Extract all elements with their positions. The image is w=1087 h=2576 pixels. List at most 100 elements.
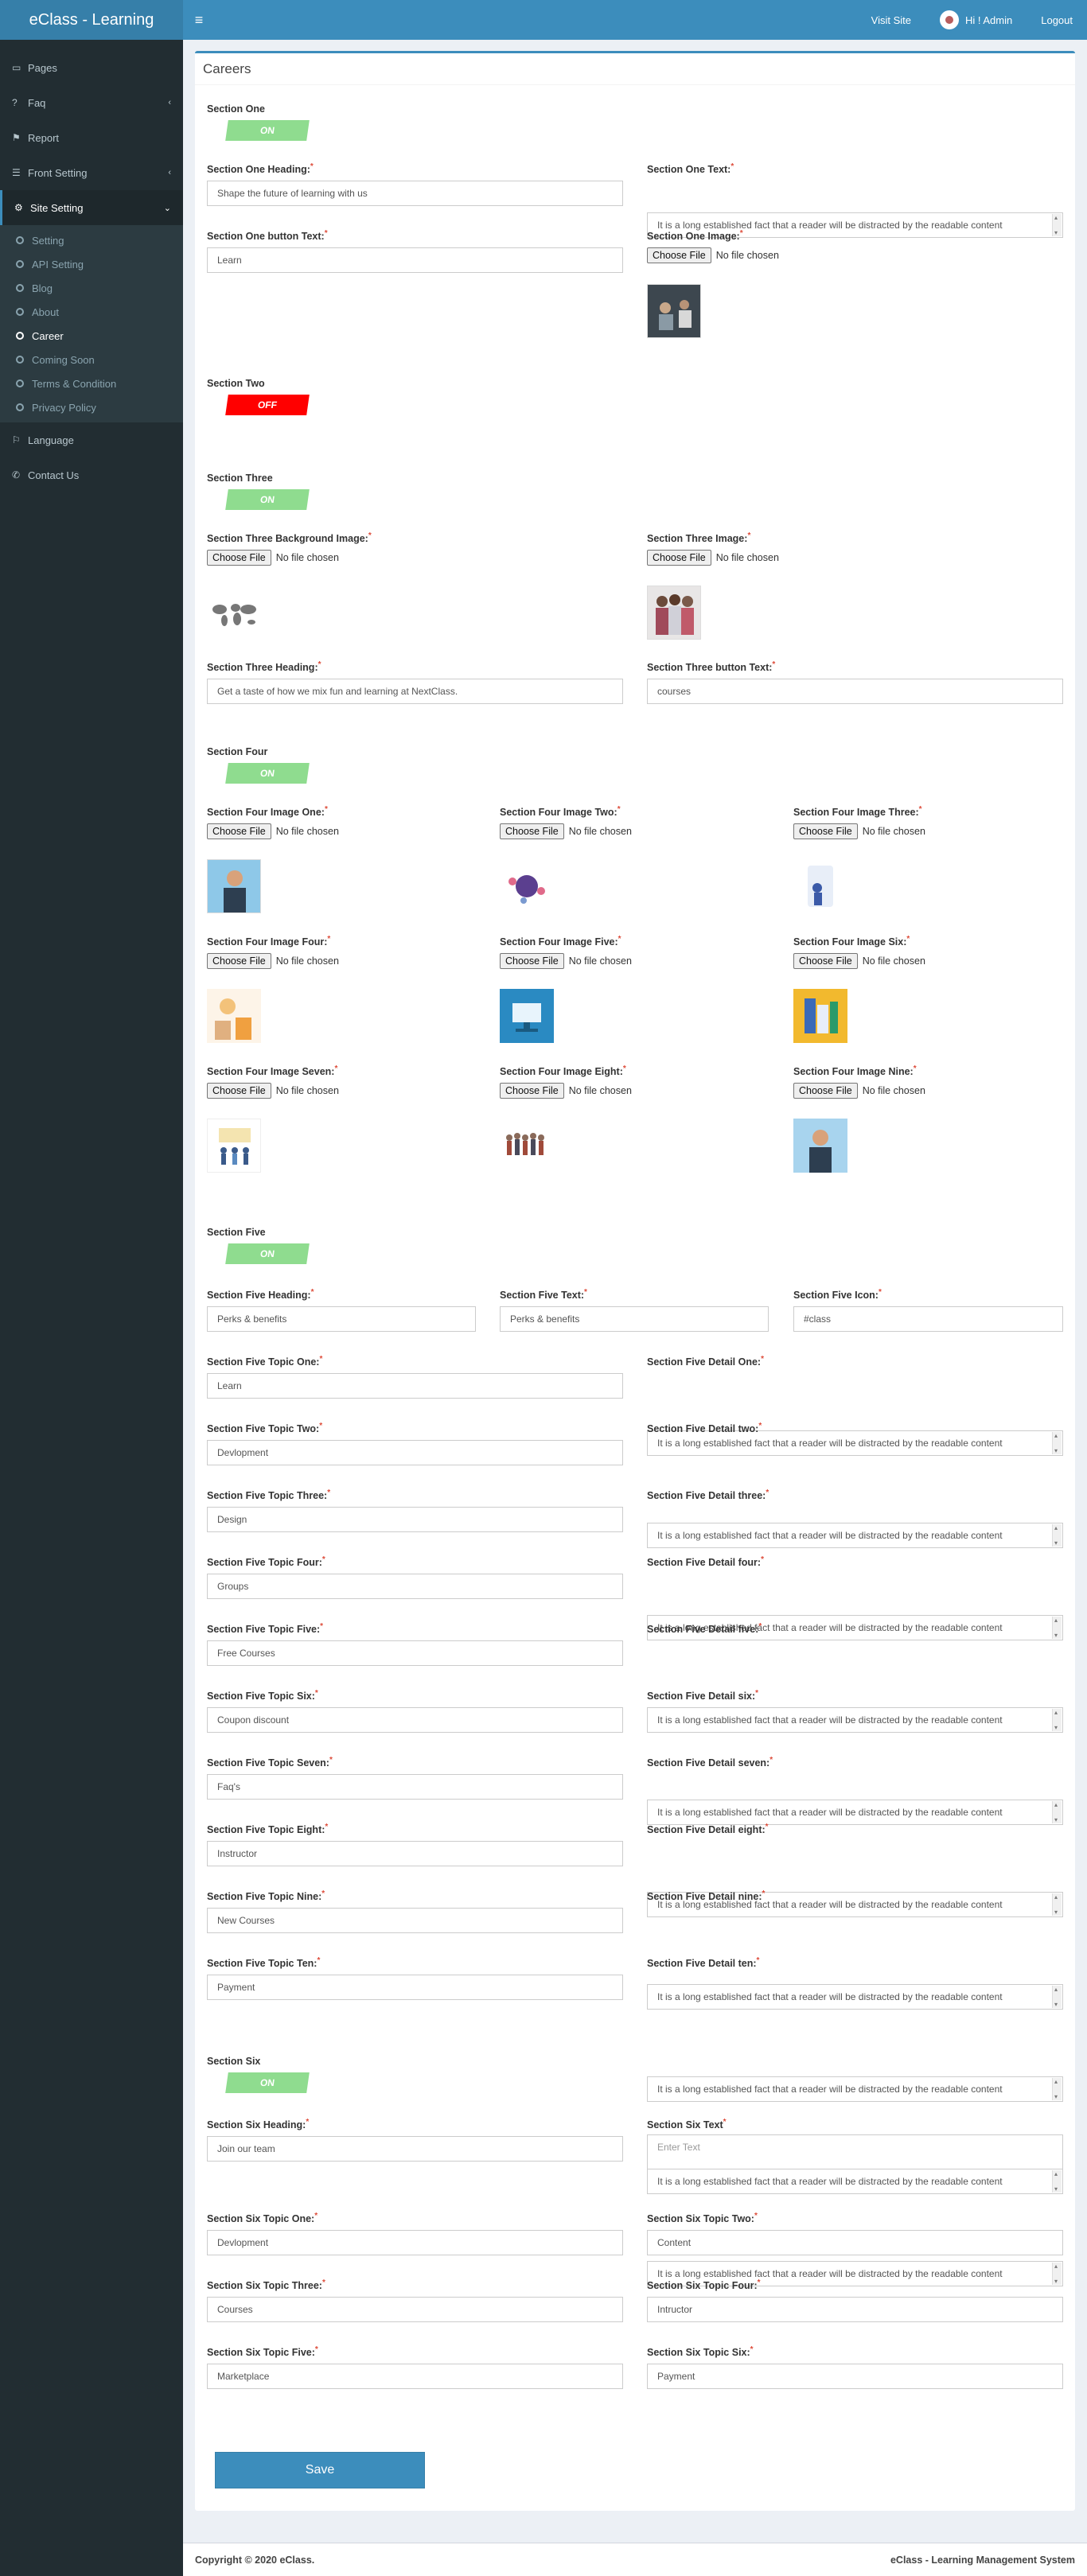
textarea-scrollbar[interactable] [1052,2263,1062,2285]
textarea-scrollbar[interactable] [1052,1432,1062,1454]
choose-file-button[interactable]: Choose File [793,953,858,969]
section-five-detail-label: Section Five Detail two:* [647,1422,762,1434]
section-three-image-file[interactable]: Choose File No file chosen [647,550,779,566]
section-five-toggle[interactable]: ON [225,1243,310,1264]
section-three-heading-input[interactable]: Get a taste of how we mix fun and learni… [207,679,623,704]
section-one-button-input[interactable]: Learn [207,247,623,273]
section-six-topic-input[interactable]: Devlopment [207,2230,623,2255]
section-five-topic-input[interactable]: Payment [207,1975,623,2000]
sidebar-item-contact-us[interactable]: ✆ Contact Us [0,457,183,492]
section-four-image-six-file[interactable]: Choose File No file chosen [793,953,925,969]
section-four-toggle[interactable]: ON [225,763,310,784]
section-six-heading-input[interactable]: Join our team [207,2136,623,2162]
hamburger-icon[interactable]: ≡ [183,0,215,40]
section-five-detail-textarea[interactable]: It is a long established fact that a rea… [647,2076,1063,2102]
section-three-bg-file[interactable]: Choose File No file chosen [207,550,339,566]
section-four-image-two-file[interactable]: Choose File No file chosen [500,823,632,839]
textarea-value: It is a long established fact that a rea… [657,2084,1003,2095]
choose-file-button[interactable]: Choose File [207,550,271,566]
submenu-item-about[interactable]: About [0,300,183,324]
sidebar-item-site-setting[interactable]: ⚙ Site Setting ⌄ [0,190,183,225]
section-five-topic-input[interactable]: Coupon discount [207,1707,623,1733]
choose-file-button[interactable]: Choose File [500,953,564,969]
section-five-detail-textarea[interactable]: It is a long established fact that a rea… [647,1800,1063,1825]
section-one-heading-input[interactable]: Shape the future of learning with us [207,181,623,206]
section-one-image-file[interactable]: Choose File No file chosen [647,247,779,263]
sidebar-item-pages[interactable]: ▭ Pages [0,50,183,85]
brand-logo[interactable]: eClass - Learning [0,0,183,40]
section-four-image-five-file[interactable]: Choose File No file chosen [500,953,632,969]
section-five-topic-input[interactable]: Groups [207,1574,623,1599]
section-two-toggle[interactable]: OFF [225,395,310,415]
submenu-item-career[interactable]: Career [0,324,183,348]
section-five-icon-input[interactable]: #class [793,1306,1063,1332]
section-five-detail-textarea[interactable]: It is a long established fact that a rea… [647,1984,1063,2010]
textarea-scrollbar[interactable] [1052,1617,1062,1639]
section-six-toggle[interactable]: ON [225,2072,310,2093]
section-four-image-three-file[interactable]: Choose File No file chosen [793,823,925,839]
section-five-topic-input[interactable]: New Courses [207,1908,623,1933]
section-five-heading-input[interactable]: Perks & benefits [207,1306,476,1332]
required-mark: * [761,1555,764,1564]
submenu-item-setting[interactable]: Setting [0,228,183,252]
section-three-toggle[interactable]: ON [225,489,310,510]
choose-file-button[interactable]: Choose File [207,823,271,839]
section-six-topic-input[interactable]: Payment [647,2364,1063,2389]
save-button[interactable]: Save [215,2452,425,2488]
section-one-toggle[interactable]: ON [225,120,310,141]
section-five-detail-textarea[interactable]: It is a long established fact that a rea… [647,2169,1063,2194]
section-six-topic-input[interactable]: Intructor [647,2297,1063,2322]
section-four-image-four-file[interactable]: Choose File No file chosen [207,953,339,969]
textarea-scrollbar[interactable] [1052,2078,1062,2100]
section-two-title: Section Two [207,378,265,389]
submenu-item-blog[interactable]: Blog [0,276,183,300]
visit-site-link[interactable]: Visit Site [857,0,925,40]
section-four-image-eight-file[interactable]: Choose File No file chosen [500,1083,632,1099]
choose-file-button[interactable]: Choose File [793,823,858,839]
section-five-topic-input[interactable]: Devlopment [207,1440,623,1465]
textarea-scrollbar[interactable] [1052,1524,1062,1547]
section-five-topic-input[interactable]: Instructor [207,1841,623,1866]
sidebar-item-language[interactable]: ⚐ Language [0,422,183,457]
section-five-text-input[interactable]: Perks & benefits [500,1306,769,1332]
section-four-image-six-preview [793,989,847,1043]
textarea-scrollbar[interactable] [1052,1986,1062,2008]
section-six-topic-input[interactable]: Content [647,2230,1063,2255]
choose-file-button[interactable]: Choose File [793,1083,858,1099]
choose-file-button[interactable]: Choose File [647,550,711,566]
choose-file-button[interactable]: Choose File [647,247,711,263]
section-six-topic-input[interactable]: Courses [207,2297,623,2322]
choose-file-button[interactable]: Choose File [207,1083,271,1099]
section-six-topic-input[interactable]: Marketplace [207,2364,623,2389]
textarea-scrollbar[interactable] [1052,2170,1062,2193]
section-five-topic-input[interactable]: Learn [207,1373,623,1399]
logout-link[interactable]: Logout [1027,0,1087,40]
section-five-topic-input[interactable]: Free Courses [207,1640,623,1666]
section-three-button-input[interactable]: courses [647,679,1063,704]
section-four-image-nine-file[interactable]: Choose File No file chosen [793,1083,925,1099]
choose-file-button[interactable]: Choose File [500,823,564,839]
submenu-item-terms[interactable]: Terms & Condition [0,372,183,395]
sidebar-item-faq[interactable]: ? Faq ‹ [0,85,183,120]
section-four-image-one-file[interactable]: Choose File No file chosen [207,823,339,839]
submenu-item-api-setting[interactable]: API Setting [0,252,183,276]
sidebar-item-report[interactable]: ⚑ Report [0,120,183,155]
choose-file-button[interactable]: Choose File [500,1083,564,1099]
section-five-topic-input[interactable]: Faq's [207,1774,623,1800]
section-four-image-two-preview [500,859,554,913]
choose-file-button[interactable]: Choose File [207,953,271,969]
section-five-topic-input[interactable]: Design [207,1507,623,1532]
section-four-image-seven-file[interactable]: Choose File No file chosen [207,1083,339,1099]
section-five-detail-textarea[interactable]: It is a long established fact that a rea… [647,1707,1063,1733]
textarea-scrollbar[interactable] [1052,214,1062,236]
sidebar-item-front-setting[interactable]: ☰ Front Setting ‹ [0,155,183,190]
textarea-scrollbar[interactable] [1052,1893,1062,1916]
textarea-scrollbar[interactable] [1052,1709,1062,1731]
submenu-item-coming-soon[interactable]: Coming Soon [0,348,183,372]
user-menu[interactable]: Hi ! Admin [925,0,1027,40]
textarea-scrollbar[interactable] [1052,1801,1062,1823]
submenu-item-privacy[interactable]: Privacy Policy [0,395,183,419]
section-five-detail-textarea[interactable]: It is a long established fact that a rea… [647,1523,1063,1548]
section-five-topic-label: Section Five Topic Eight:* [207,1823,328,1835]
label-text: Section Five Detail six: [647,1691,756,1702]
